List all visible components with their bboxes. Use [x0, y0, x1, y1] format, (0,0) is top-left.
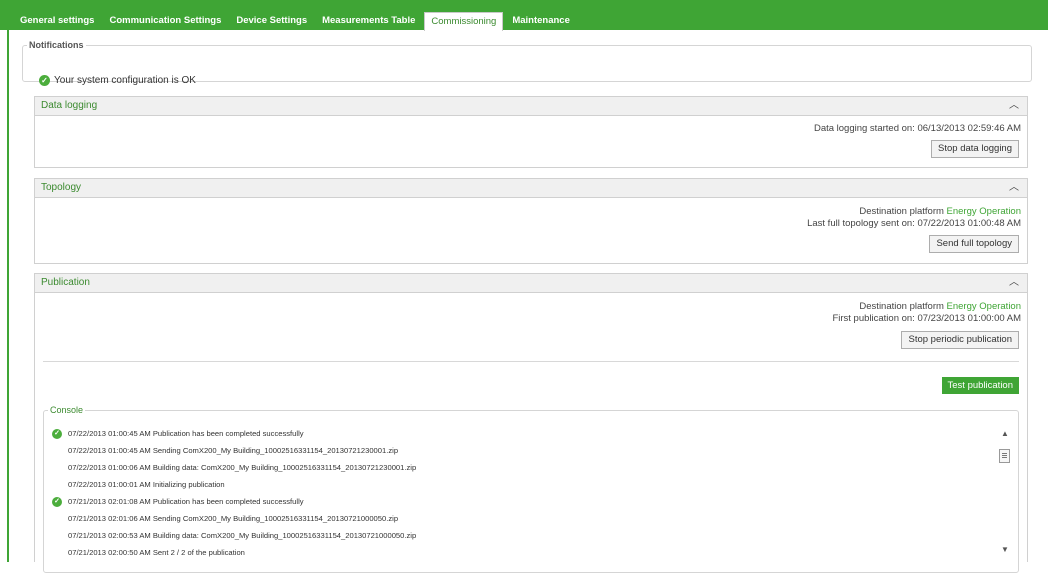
log-line: ✓ 07/22/2013 01:00:45 AM Publication has… [52, 425, 982, 442]
data-logging-header[interactable]: Data logging ︿ [35, 97, 1027, 116]
console-scrollbar[interactable]: ▲ ▼ [998, 423, 1012, 575]
scrollbar-thumb[interactable] [999, 449, 1010, 463]
notification-message: ✓ Your system configuration is OK [39, 75, 196, 86]
tab-commissioning[interactable]: Commissioning [424, 12, 504, 31]
publication-header[interactable]: Publication ︿ [35, 274, 1027, 293]
publication-first-value: 07/23/2013 01:00:00 AM [917, 313, 1021, 324]
log-text: 07/21/2013 02:00:50 AM Sent 2 / 2 of the… [68, 548, 245, 557]
log-text: 07/22/2013 01:00:45 AM Publication has b… [68, 429, 304, 438]
check-circle-icon: ✓ [52, 428, 62, 439]
publication-destination-label: Destination platform [859, 301, 944, 312]
notifications-panel: Notifications ✓ Your system configuratio… [22, 40, 1032, 86]
publication-first-label: First publication on: [832, 313, 915, 324]
notifications-legend: Notifications [29, 40, 84, 50]
topology-section: Topology ︿ Destination platform Energy O… [34, 178, 1028, 264]
topology-destination: Destination platform Energy Operation [859, 206, 1021, 217]
data-logging-title: Data logging [41, 100, 98, 111]
topology-last-label: Last full topology sent on: [807, 218, 915, 229]
log-text: 07/22/2013 01:00:01 AM Initializing publ… [68, 480, 225, 489]
log-line: 07/22/2013 01:00:45 AM Sending ComX200_M… [52, 442, 982, 459]
log-line: 07/21/2013 02:00:53 AM Building data: Co… [52, 527, 982, 544]
check-circle-icon: ✓ [39, 75, 50, 86]
log-line: 07/22/2013 01:00:01 AM Initializing publ… [52, 476, 982, 493]
chevron-up-icon[interactable]: ︿ [1009, 274, 1019, 292]
console-legend: Console [50, 405, 84, 415]
send-full-topology-button[interactable]: Send full topology [929, 235, 1019, 253]
log-line: ✓ 07/21/2013 02:01:08 AM Publication has… [52, 493, 982, 510]
topology-title: Topology [41, 182, 82, 193]
console-panel: Console ✓ 07/22/2013 01:00:45 AM Publica… [43, 405, 1019, 573]
log-text: 07/21/2013 02:00:53 AM Building data: Co… [68, 531, 417, 540]
log-line: 07/21/2013 02:01:06 AM Sending ComX200_M… [52, 510, 982, 527]
scroll-down-arrow-icon[interactable]: ▼ [998, 545, 1012, 554]
stop-data-logging-button[interactable]: Stop data logging [931, 140, 1019, 158]
data-logging-section: Data logging ︿ Data logging started on: … [34, 96, 1028, 168]
stop-periodic-publication-button[interactable]: Stop periodic publication [901, 331, 1019, 349]
tab-measurements-table[interactable]: Measurements Table [316, 12, 422, 30]
tab-general-settings[interactable]: General settings [14, 12, 101, 30]
scroll-up-arrow-icon[interactable]: ▲ [998, 429, 1012, 438]
log-line: 07/22/2013 01:00:06 AM Building data: Co… [52, 459, 982, 476]
publication-first: First publication on: 07/23/2013 01:00:0… [832, 313, 1021, 324]
log-line: 07/21/2013 02:00:50 AM Sent 2 / 2 of the… [52, 544, 982, 561]
tab-strip: General settings Communication Settings … [14, 12, 579, 31]
test-publication-button[interactable]: Test publication [941, 377, 1019, 394]
left-accent-line [7, 30, 9, 562]
console-log: ✓ 07/22/2013 01:00:45 AM Publication has… [52, 425, 982, 561]
publication-destination: Destination platform Energy Operation [859, 301, 1021, 312]
topology-last-sent: Last full topology sent on: 07/22/2013 0… [807, 218, 1021, 229]
log-text: 07/22/2013 01:00:06 AM Building data: Co… [68, 463, 417, 472]
publication-section: Publication ︿ Destination platform Energ… [34, 273, 1028, 573]
log-text: 07/21/2013 02:01:08 AM Publication has b… [68, 497, 304, 506]
topology-header[interactable]: Topology ︿ [35, 179, 1027, 198]
chevron-up-icon[interactable]: ︿ [1009, 179, 1019, 197]
publication-divider [43, 361, 1019, 362]
tab-communication-settings[interactable]: Communication Settings [103, 12, 228, 30]
log-text: 07/21/2013 02:01:06 AM Sending ComX200_M… [68, 514, 399, 523]
chevron-up-icon[interactable]: ︿ [1009, 97, 1019, 115]
top-nav-bar: General settings Communication Settings … [0, 0, 1048, 31]
notification-text: Your system configuration is OK [54, 75, 196, 86]
check-circle-icon: ✓ [52, 496, 62, 507]
topology-last-value: 07/22/2013 01:00:48 AM [917, 218, 1021, 229]
topology-destination-value: Energy Operation [946, 206, 1021, 217]
publication-destination-value: Energy Operation [946, 301, 1021, 312]
tab-device-settings[interactable]: Device Settings [230, 12, 314, 30]
publication-title: Publication [41, 277, 90, 288]
log-text: 07/22/2013 01:00:45 AM Sending ComX200_M… [68, 446, 399, 455]
tab-maintenance[interactable]: Maintenance [506, 12, 576, 30]
topology-destination-label: Destination platform [859, 206, 944, 217]
data-logging-started-label: Data logging started on: [813, 123, 915, 134]
data-logging-started-value: 06/13/2013 02:59:46 AM [917, 123, 1021, 134]
data-logging-started: Data logging started on: 06/13/2013 02:5… [814, 123, 1021, 134]
